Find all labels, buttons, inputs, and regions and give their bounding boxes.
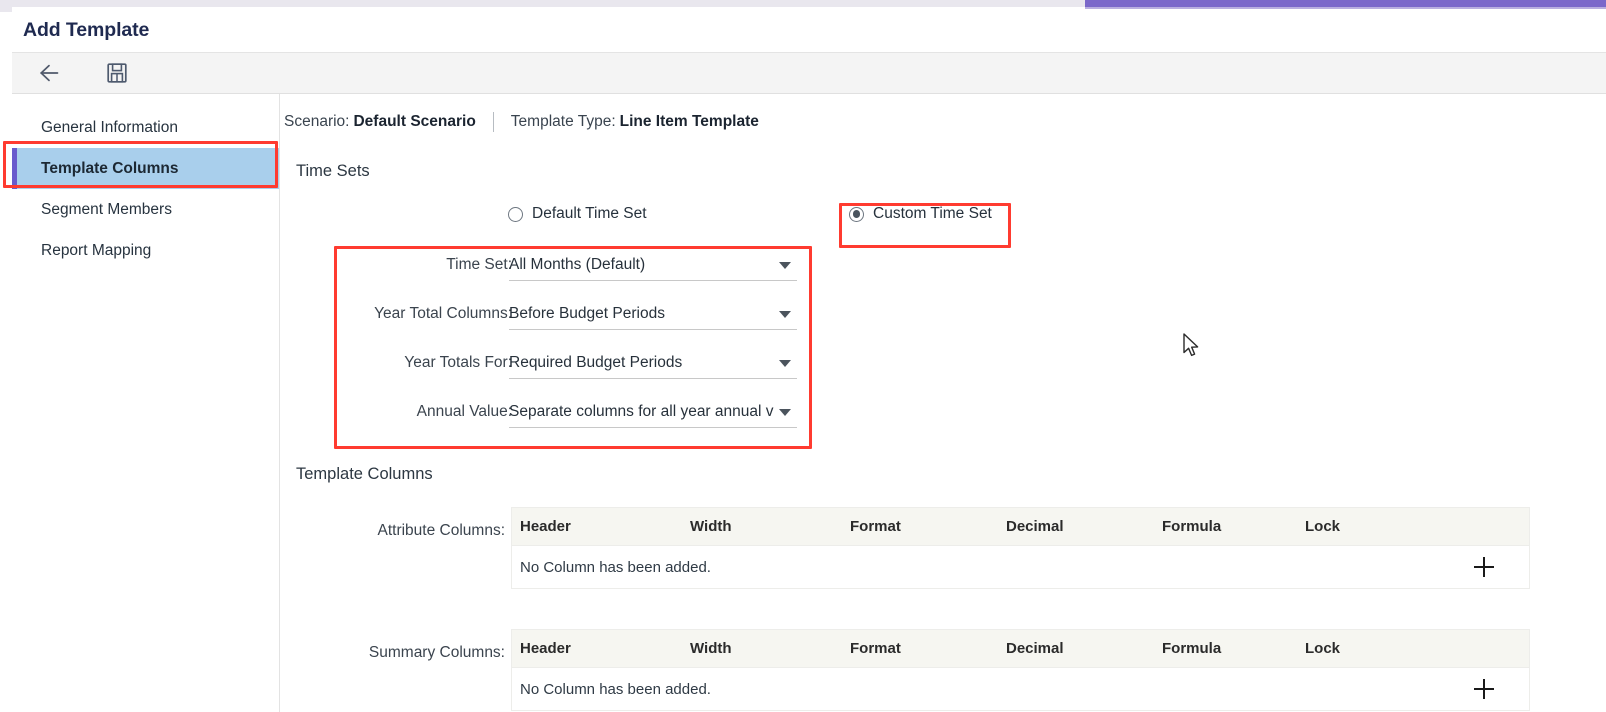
column-header-format: Format: [850, 518, 901, 535]
column-header-lock: Lock: [1305, 640, 1341, 657]
breadcrumb-divider: [492, 112, 494, 132]
default-time-set-radio[interactable]: Default Time Set: [508, 205, 647, 223]
table-empty-row: No Column has been added.: [512, 668, 1529, 710]
year-total-columns-field-label: Year Total Columns:: [374, 305, 512, 322]
annual-value-field-label: Annual Value:: [416, 403, 512, 420]
scenario-value: Default Scenario: [353, 113, 476, 130]
time-set-radio-group: Default Time Set Custom Time Set: [281, 202, 1606, 232]
window-top-accent-bar: [1085, 0, 1606, 7]
column-header-header: Header: [520, 640, 571, 657]
add-summary-column-button[interactable]: [1467, 672, 1501, 706]
column-header-decimal: Decimal: [1006, 640, 1064, 657]
scenario-breadcrumb: Scenario: Default Scenario Template Type…: [284, 112, 759, 132]
field-row-time-set: Time Set: All Months (Default): [281, 246, 821, 295]
time-set-fields-group: Time Set: All Months (Default) Year Tota…: [281, 246, 821, 442]
sidebar-item-label: General Information: [41, 118, 178, 136]
time-sets-section-title: Time Sets: [296, 162, 370, 180]
empty-message: No Column has been added.: [520, 558, 711, 576]
window-top-strip-left: [0, 0, 12, 12]
template-columns-section-title: Template Columns: [296, 465, 433, 483]
year-total-columns-dropdown[interactable]: Before Budget Periods: [509, 299, 797, 330]
time-set-field-label: Time Set:: [446, 256, 512, 273]
annual-value-dropdown[interactable]: Separate columns for all year annual v: [509, 397, 797, 428]
table-header-row: Header Width Format Decimal Formula Lock: [512, 630, 1529, 668]
time-set-dropdown-value: All Months (Default): [509, 256, 646, 273]
sidebar-nav: General Information Template Columns Seg…: [12, 94, 280, 712]
sidebar-item-label: Template Columns: [41, 159, 179, 177]
sidebar-item-general-information[interactable]: General Information: [12, 107, 279, 148]
sidebar-item-segment-members[interactable]: Segment Members: [12, 189, 279, 230]
title-bar: Add Template: [12, 9, 1606, 52]
add-attribute-column-button[interactable]: [1467, 550, 1501, 584]
back-arrow-icon: [37, 61, 61, 85]
save-button[interactable]: [96, 55, 138, 91]
template-type-value: Line Item Template: [619, 113, 759, 130]
sidebar-item-label: Report Mapping: [41, 241, 152, 259]
table-empty-row: No Column has been added.: [512, 546, 1529, 588]
save-floppy-icon: [106, 62, 128, 84]
column-header-width: Width: [690, 518, 732, 535]
attribute-columns-table: Header Width Format Decimal Formula Lock…: [511, 507, 1530, 589]
column-header-width: Width: [690, 640, 732, 657]
main-content: Scenario: Default Scenario Template Type…: [281, 94, 1606, 712]
column-header-lock: Lock: [1305, 518, 1341, 535]
radio-circle-icon: [508, 206, 523, 222]
selected-accent-bar: [12, 148, 17, 189]
attribute-columns-label: Attribute Columns:: [377, 522, 506, 539]
table-header-row: Header Width Format Decimal Formula Lock: [512, 508, 1529, 546]
page-title: Add Template: [23, 19, 150, 41]
annual-value-dropdown-value: Separate columns for all year annual v: [509, 403, 774, 420]
template-type-label: Template Type:: [510, 113, 616, 130]
column-header-header: Header: [520, 518, 571, 535]
time-set-dropdown[interactable]: All Months (Default): [509, 250, 797, 281]
sidebar-item-report-mapping[interactable]: Report Mapping: [12, 230, 279, 271]
chevron-down-icon: [779, 408, 791, 416]
field-row-year-totals-for: Year Totals For: Required Budget Periods: [281, 344, 821, 393]
back-button[interactable]: [28, 55, 70, 91]
window-top-strip-gray: [12, 0, 1085, 7]
default-time-set-label: Default Time Set: [532, 205, 647, 222]
sidebar-item-template-columns[interactable]: Template Columns: [12, 148, 279, 189]
column-header-format: Format: [850, 640, 901, 657]
add-template-window: Add Template General Information Templat…: [0, 0, 1606, 712]
column-header-formula: Formula: [1162, 518, 1222, 535]
empty-message: No Column has been added.: [520, 680, 711, 698]
toolbar: [12, 52, 1606, 94]
scenario-label: Scenario:: [284, 113, 350, 130]
year-totals-for-dropdown[interactable]: Required Budget Periods: [509, 348, 797, 379]
radio-circle-selected-icon: [849, 206, 864, 222]
year-totals-for-field-label: Year Totals For:: [404, 354, 512, 371]
custom-time-set-radio[interactable]: Custom Time Set: [849, 205, 992, 223]
summary-columns-label: Summary Columns:: [368, 644, 505, 661]
chevron-down-icon: [779, 310, 791, 318]
year-totals-for-dropdown-value: Required Budget Periods: [509, 354, 683, 371]
summary-columns-table: Header Width Format Decimal Formula Lock…: [511, 629, 1530, 711]
field-row-year-total-columns: Year Total Columns: Before Budget Period…: [281, 295, 821, 344]
column-header-formula: Formula: [1162, 640, 1222, 657]
chevron-down-icon: [779, 261, 791, 269]
column-header-decimal: Decimal: [1006, 518, 1064, 535]
field-row-annual-value: Annual Value: Separate columns for all y…: [281, 393, 821, 442]
custom-time-set-label: Custom Time Set: [873, 205, 992, 222]
year-total-columns-dropdown-value: Before Budget Periods: [509, 305, 665, 322]
chevron-down-icon: [779, 359, 791, 367]
sidebar-item-label: Segment Members: [41, 200, 172, 218]
